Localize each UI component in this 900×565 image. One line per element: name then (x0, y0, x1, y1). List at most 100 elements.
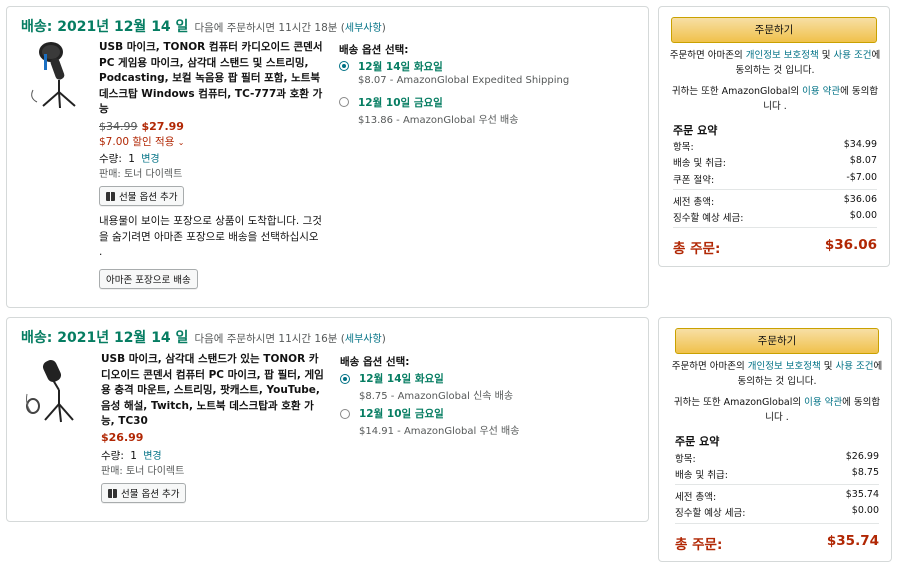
order-total: 총 주문: $36.06 (673, 237, 877, 257)
gift-icon (108, 489, 117, 498)
delivery-note: 다음에 주문하시면 11시간 16분 ( (194, 333, 345, 345)
summary-row-coupon: 쿠폰 절약: -$7.00 (673, 172, 877, 186)
quantity-value: 1 (130, 450, 137, 462)
product-title[interactable]: USB 마이크, 삼각대 스탠드가 있는 TONOR 카디오이드 콘덴서 컴퓨터… (101, 352, 325, 430)
row-value: $26.99 (845, 451, 879, 462)
quantity-change-link[interactable]: 변경 (141, 154, 159, 165)
packaging-note: 내용물이 보이는 포장으로 상품이 도착합니다. 그것을 숨기려면 아마존 포장… (99, 215, 322, 258)
price-row: $34.99 $27.99 (99, 120, 184, 133)
list-price: $34.99 (99, 120, 138, 133)
row-label: 배송 및 취급: (675, 470, 728, 481)
summary-row-shipping: 배송 및 취급: $8.75 (675, 467, 879, 481)
sale-price: $27.99 (141, 120, 184, 133)
summary-divider (673, 227, 877, 228)
privacy-policy-link[interactable]: 개인정보 보호정책 (746, 50, 819, 61)
row-value: $0.00 (849, 210, 877, 221)
row-value: $36.06 (843, 194, 877, 205)
shipment-header: 배송: 2021년 12월 14 일 다음에 주문하시면 11시간 18분 (세부… (21, 16, 386, 36)
shipping-options-title: 배송 옵션 선택: (340, 356, 410, 368)
row-label: 징수할 예상 세금: (673, 213, 744, 224)
total-value: $35.74 (826, 533, 879, 549)
also-pre: 귀하는 또한 AmazonGlobal의 (673, 397, 805, 408)
row-label: 배송 및 취급: (673, 158, 726, 169)
delivery-note: 다음에 주문하시면 11시간 18분 ( (194, 22, 345, 34)
add-gift-options-button[interactable]: 선물 옵션 추가 (99, 186, 185, 206)
shipping-option-desc-1: $8.75 - AmazonGlobal 신속 배송 (359, 391, 514, 402)
order-summary-title: 주문 요약 (673, 124, 718, 137)
amazonglobal-terms-link[interactable]: 이용 약관 (802, 86, 840, 97)
agreement-text: 주문하면 아마존의 개인정보 보호정책 및 사용 조건에 동의하는 것 입니다. (669, 48, 881, 78)
summary-row-items: 항목: $26.99 (675, 451, 879, 465)
amazonglobal-agreement: 귀하는 또한 AmazonGlobal의 이용 약관에 동의합니다 . (671, 395, 883, 425)
order-summary-title: 주문 요약 (675, 435, 720, 448)
seller-text: 판매: 토너 다이렉트 (99, 169, 183, 180)
row-label: 세전 총액: (673, 197, 715, 208)
agreement-mid: 및 (818, 50, 834, 61)
chevron-down-icon: ⌄ (177, 138, 185, 147)
details-close: ) (381, 333, 386, 345)
gift-icon (106, 192, 115, 201)
agreement-pre: 주문하면 아마존의 (671, 361, 748, 372)
agreement-pre: 주문하면 아마존의 (669, 50, 746, 61)
summary-row-items: 항목: $34.99 (673, 139, 877, 153)
total-label: 총 주문: (673, 241, 721, 257)
place-order-button[interactable]: 주문하기 (671, 17, 877, 43)
quantity-value: 1 (128, 153, 135, 165)
product-image-microphone[interactable] (23, 40, 87, 110)
summary-row-tax: 징수할 예상 세금: $0.00 (673, 210, 877, 224)
place-order-button[interactable]: 주문하기 (675, 328, 879, 354)
shipping-option-radio-1[interactable] (339, 61, 349, 71)
summary-row-shipping: 배송 및 취급: $8.07 (673, 155, 877, 169)
row-label: 항목: (673, 142, 694, 153)
shipping-option-radio-1[interactable] (340, 374, 350, 384)
agreement-text: 주문하면 아마존의 개인정보 보호정책 및 사용 조건에 동의하는 것 입니다. (671, 359, 883, 389)
product-title[interactable]: USB 마이크, TONOR 컴퓨터 카디오이드 콘덴서 PC 게임용 마이크,… (99, 40, 327, 118)
shipment-card-2: 배송: 2021년 12월 14 일 다음에 주문하시면 11시간 16분 (세부… (6, 317, 649, 522)
summary-divider (673, 189, 877, 190)
details-close: ) (381, 22, 386, 34)
quantity-change-link[interactable]: 변경 (143, 451, 161, 462)
ship-in-amazon-packaging-button[interactable]: 아마존 포장으로 배송 (99, 269, 198, 289)
shipping-option-desc-2: $14.91 - AmazonGlobal 우선 배송 (359, 426, 520, 437)
product-image-microphone[interactable] (23, 354, 87, 424)
shipping-option-date-2[interactable]: 12월 10일 금요일 (358, 95, 443, 110)
discount-applied[interactable]: $7.00 할인 적용 ⌄ (99, 134, 184, 149)
summary-row-tax: 징수할 예상 세금: $0.00 (675, 505, 879, 519)
row-value: $34.99 (843, 139, 877, 150)
delivery-date: 배송: 2021년 12월 14 일 (21, 330, 189, 346)
shipping-option-radio-2[interactable] (340, 409, 350, 419)
privacy-policy-link[interactable]: 개인정보 보호정책 (748, 361, 821, 372)
quantity-label: 수량: (99, 153, 122, 165)
add-gift-options-button[interactable]: 선물 옵션 추가 (101, 483, 187, 503)
order-total: 총 주문: $35.74 (675, 533, 879, 553)
row-label: 징수할 예상 세금: (675, 508, 746, 519)
summary-row-pretax: 세전 총액: $36.06 (673, 194, 877, 208)
shipping-option-date-1[interactable]: 12월 14일 화요일 (359, 371, 444, 386)
seller-text: 판매: 토너 다이렉트 (101, 466, 185, 477)
summary-divider (675, 484, 879, 485)
also-pre: 귀하는 또한 AmazonGlobal의 (671, 86, 803, 97)
amazonglobal-agreement: 귀하는 또한 AmazonGlobal의 이용 약관에 동의합니다 . (669, 84, 881, 114)
terms-of-use-link[interactable]: 사용 조건 (833, 50, 871, 61)
agreement-mid: 및 (820, 361, 836, 372)
terms-of-use-link[interactable]: 사용 조건 (835, 361, 873, 372)
details-link[interactable]: 세부사항 (345, 334, 382, 345)
quantity-row: 수량: 1 변경 (101, 447, 162, 463)
quantity-row: 수량: 1 변경 (99, 150, 160, 166)
row-label: 쿠폰 절약: (673, 175, 715, 186)
details-link[interactable]: 세부사항 (345, 23, 382, 34)
row-label: 항목: (675, 454, 696, 465)
amazonglobal-terms-link[interactable]: 이용 약관 (804, 397, 842, 408)
shipping-option-date-1[interactable]: 12월 14일 화요일 (358, 59, 443, 74)
shipping-option-radio-2[interactable] (339, 97, 349, 107)
total-label: 총 주문: (675, 537, 723, 553)
quantity-label: 수량: (101, 450, 124, 462)
sale-price: $26.99 (101, 431, 144, 444)
row-value: $8.75 (851, 467, 879, 478)
shipping-option-date-2[interactable]: 12월 10일 금요일 (359, 406, 444, 421)
summary-divider (675, 523, 879, 524)
discount-text: $7.00 할인 적용 (99, 136, 175, 148)
order-summary-box-2: 주문하기 주문하면 아마존의 개인정보 보호정책 및 사용 조건에 동의하는 것… (658, 317, 892, 562)
row-value: $35.74 (845, 489, 879, 500)
shipment-header: 배송: 2021년 12월 14 일 다음에 주문하시면 11시간 16분 (세부… (21, 327, 386, 347)
